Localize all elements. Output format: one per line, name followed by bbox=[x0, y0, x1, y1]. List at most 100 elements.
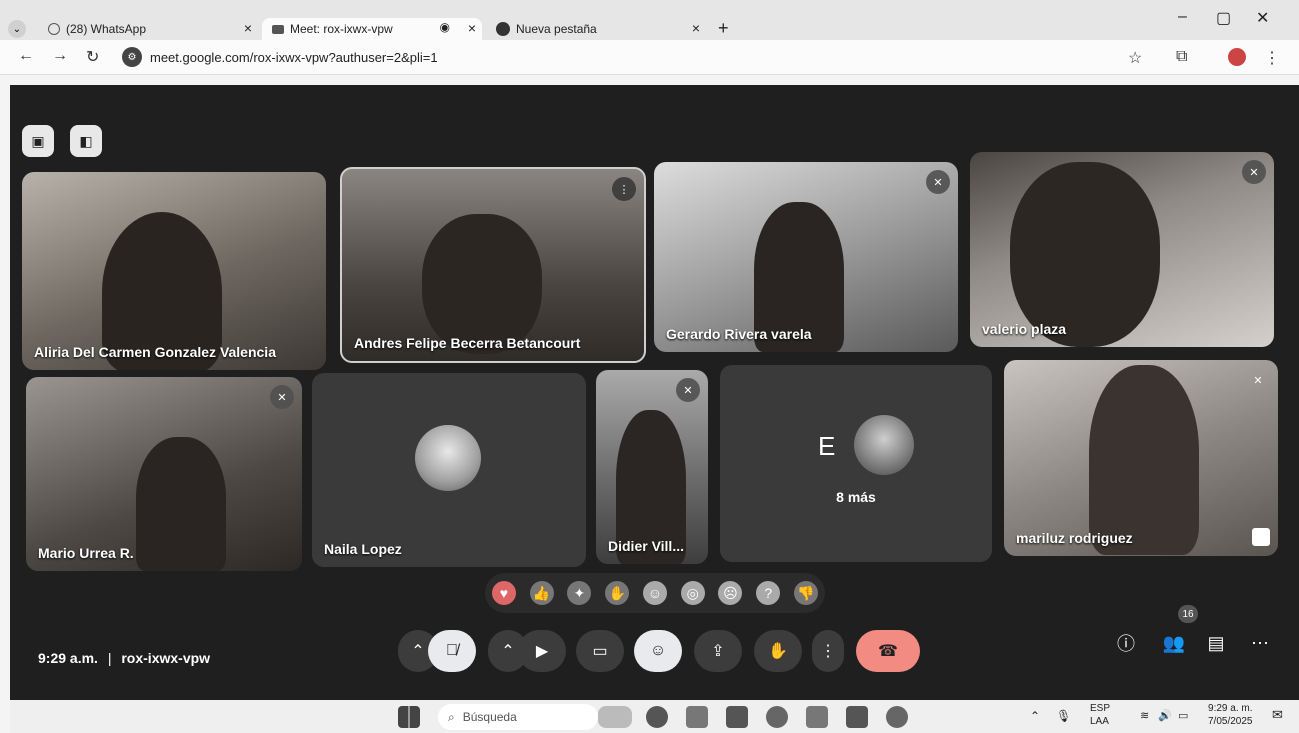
screenshot: ⌄ (28) WhatsApp × Meet: rox-ixwx-vpw ◉ ×… bbox=[0, 0, 1299, 733]
pin-icon[interactable] bbox=[1252, 528, 1270, 546]
clock-date: 7/05/2025 bbox=[1208, 716, 1253, 727]
edge-icon[interactable] bbox=[646, 706, 668, 728]
powerpoint-icon[interactable] bbox=[806, 706, 828, 728]
participant-tile[interactable]: Aliria Del Carmen Gonzalez Valencia bbox=[22, 172, 326, 370]
tray-chevron-icon[interactable]: ⌃ bbox=[1030, 710, 1040, 723]
participant-tile[interactable]: ⋮ Andres Felipe Becerra Betancourt bbox=[340, 167, 646, 363]
captions-button[interactable]: ▭ bbox=[576, 630, 624, 672]
leave-call-button[interactable]: ☎ bbox=[856, 630, 920, 672]
more-participants-tile[interactable]: E 8 más bbox=[720, 365, 992, 562]
people-count-badge: 16 bbox=[1178, 605, 1198, 623]
participant-tile[interactable]: ✕ Didier Vill... bbox=[596, 370, 708, 564]
participant-video bbox=[136, 437, 226, 571]
back-icon[interactable]: ← bbox=[18, 47, 34, 65]
battery-icon[interactable]: ▭ bbox=[1178, 710, 1188, 723]
meet-area: ▣ ◧ Aliria Del Carmen Gonzalez Valencia … bbox=[10, 85, 1299, 700]
laugh-icon[interactable]: ☺ bbox=[642, 581, 667, 605]
participant-tile[interactable]: ✕ Gerardo Rivera varela bbox=[654, 162, 958, 352]
notification-icon[interactable]: ✉ bbox=[1272, 708, 1283, 721]
door-icon[interactable]: ◧ bbox=[70, 125, 102, 157]
reload-icon[interactable]: ↻ bbox=[86, 47, 99, 67]
people-icon[interactable]: 👥 bbox=[1156, 625, 1192, 661]
language-line-2: LAA bbox=[1090, 716, 1109, 727]
chat-icon[interactable]: ▤ bbox=[1198, 625, 1234, 661]
tab-new[interactable]: Nueva pestaña × bbox=[486, 18, 706, 40]
participant-name: Didier Vill... bbox=[608, 538, 684, 554]
widget-icon[interactable] bbox=[598, 706, 632, 728]
surprised-icon[interactable]: ◎ bbox=[680, 581, 705, 605]
clap-icon[interactable]: ✋ bbox=[605, 581, 630, 605]
participant-tile[interactable]: ✕ mariluz rodriguez bbox=[1004, 360, 1278, 556]
tab-label: Nueva pestaña bbox=[516, 22, 597, 36]
word-icon[interactable] bbox=[846, 706, 868, 728]
participant-tile[interactable]: Naila Lopez bbox=[312, 373, 586, 567]
participant-video bbox=[422, 214, 542, 354]
new-tab-button[interactable]: + bbox=[718, 18, 729, 39]
raise-hand-button[interactable]: ✋ bbox=[754, 630, 802, 672]
windows-taskbar: ⌕ Búsqueda ⌃ 🎙 ESP LAA ≋ 🔊 ▭ 9:29 a. m. … bbox=[10, 700, 1299, 733]
party-icon[interactable]: ✦ bbox=[567, 581, 592, 605]
present-button[interactable]: ⇪ bbox=[694, 630, 742, 672]
mic-off-icon: ✕ bbox=[1242, 160, 1266, 184]
menu-icon[interactable]: ⋮ bbox=[1264, 48, 1280, 68]
excel-icon[interactable] bbox=[726, 706, 748, 728]
emoji-button[interactable]: ☺ bbox=[634, 630, 682, 672]
search-icon: ⌕ bbox=[448, 709, 455, 724]
tab-whatsapp[interactable]: (28) WhatsApp × bbox=[38, 18, 258, 40]
clock-time: 9:29 a. m. bbox=[1208, 703, 1253, 714]
meeting-code: rox-ixwx-vpw bbox=[121, 650, 211, 666]
participant-video bbox=[1089, 365, 1199, 555]
close-icon[interactable]: × bbox=[468, 20, 476, 36]
url-text: meet.google.com/rox-ixwx-vpw?authuser=2&… bbox=[150, 49, 438, 65]
language-indicator[interactable]: ESP LAA bbox=[1090, 702, 1110, 728]
language-line-1: ESP bbox=[1090, 703, 1111, 714]
avatar bbox=[415, 425, 481, 491]
profile-icon[interactable] bbox=[1228, 48, 1246, 66]
site-info-icon[interactable]: ⚙ bbox=[122, 47, 142, 67]
file-explorer-icon[interactable] bbox=[686, 706, 708, 728]
taskbar-search[interactable]: ⌕ Búsqueda bbox=[438, 704, 598, 730]
chrome-active-icon[interactable] bbox=[886, 706, 908, 728]
volume-icon[interactable]: 🔊 bbox=[1158, 710, 1172, 723]
thumbs-down-icon[interactable]: 👎 bbox=[794, 581, 818, 605]
restore-icon[interactable]: ▢ bbox=[1216, 8, 1231, 28]
camera-toggle-button[interactable]: ▶ bbox=[518, 630, 566, 672]
chrome-icon[interactable] bbox=[766, 706, 788, 728]
participant-video bbox=[1010, 162, 1160, 347]
mic-toggle-button[interactable]: 🎙̸ bbox=[428, 630, 476, 672]
close-icon[interactable]: × bbox=[244, 20, 252, 36]
tab-meet[interactable]: Meet: rox-ixwx-vpw ◉ × bbox=[262, 18, 482, 40]
heart-icon[interactable]: ♥ bbox=[491, 581, 516, 605]
info-icon[interactable]: ⓘ bbox=[1108, 625, 1144, 661]
mic-off-icon: ✕ bbox=[270, 385, 294, 409]
mic-tray-icon[interactable]: 🎙 bbox=[1056, 710, 1071, 723]
thumbs-up-icon[interactable]: 👍 bbox=[529, 581, 554, 605]
minimize-icon[interactable]: – bbox=[1178, 8, 1187, 26]
thinking-icon[interactable]: ? bbox=[756, 581, 781, 605]
forward-icon[interactable]: → bbox=[52, 47, 68, 65]
clock[interactable]: 9:29 a. m. 7/05/2025 bbox=[1208, 702, 1253, 728]
bookmark-star-icon[interactable]: ☆ bbox=[1128, 48, 1142, 68]
mic-off-icon: ✕ bbox=[676, 378, 700, 402]
sad-icon[interactable]: ☹ bbox=[718, 581, 743, 605]
participant-tile[interactable]: ✕ Mario Urrea R. bbox=[26, 377, 302, 571]
activities-icon[interactable]: ⋯ bbox=[1242, 625, 1278, 661]
camera-off-indicator-icon[interactable]: ▣ bbox=[22, 125, 54, 157]
chrome-icon bbox=[496, 22, 510, 36]
wifi-icon[interactable]: ≋ bbox=[1140, 710, 1149, 723]
whatsapp-icon bbox=[48, 23, 60, 35]
browser-tab-bar: ⌄ (28) WhatsApp × Meet: rox-ixwx-vpw ◉ ×… bbox=[0, 0, 1299, 40]
search-placeholder: Búsqueda bbox=[462, 710, 517, 724]
tab-list-button[interactable]: ⌄ bbox=[8, 20, 26, 38]
close-icon[interactable]: × bbox=[692, 20, 700, 36]
windows-start-icon[interactable] bbox=[398, 706, 420, 728]
address-field[interactable]: ⚙ meet.google.com/rox-ixwx-vpw?authuser=… bbox=[120, 43, 1110, 71]
address-bar-row: ← → ↻ ⚙ meet.google.com/rox-ixwx-vpw?aut… bbox=[0, 40, 1299, 75]
extensions-icon[interactable]: ⧉ bbox=[1176, 48, 1187, 66]
mic-off-icon: ✕ bbox=[926, 170, 950, 194]
more-options-button[interactable]: ⋮ bbox=[812, 630, 844, 672]
close-window-icon[interactable]: ✕ bbox=[1256, 8, 1269, 28]
participant-tile[interactable]: ✕ valerio plaza bbox=[970, 152, 1274, 347]
tab-label: Meet: rox-ixwx-vpw bbox=[290, 22, 393, 36]
mic-off-icon: ✕ bbox=[1253, 374, 1263, 387]
